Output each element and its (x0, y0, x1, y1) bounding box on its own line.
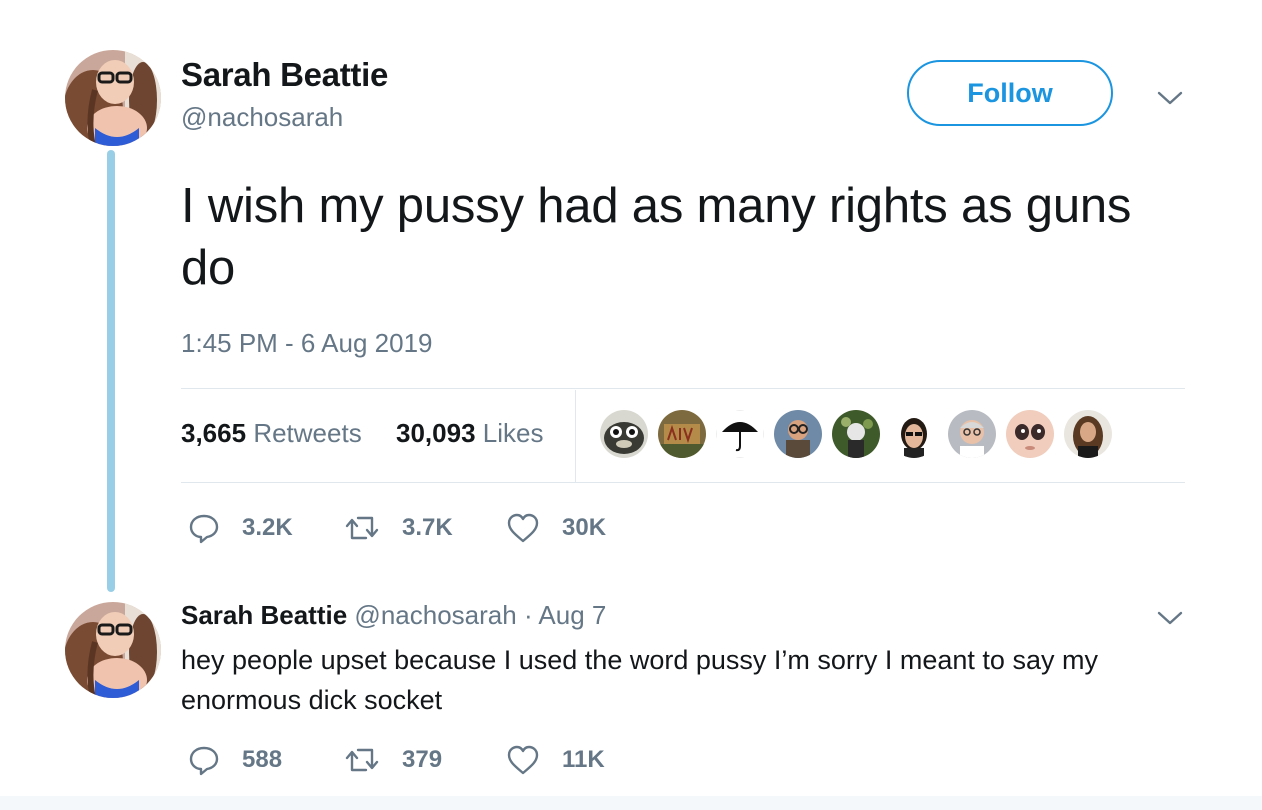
like-count: 30K (562, 514, 607, 541)
liker-avatar[interactable] (658, 410, 706, 458)
reply-reply-action[interactable]: 588 (188, 744, 282, 776)
liker-avatar[interactable] (1006, 410, 1054, 458)
tweet-timestamp[interactable]: 1:45 PM - 6 Aug 2019 (181, 328, 433, 359)
reply-like-action[interactable]: 11K (506, 744, 605, 776)
reply-reply-count: 588 (242, 746, 283, 773)
liker-avatar[interactable] (890, 410, 938, 458)
liker-avatar[interactable] (1064, 410, 1112, 458)
likes-label: Likes (482, 418, 544, 448)
page-bottom-strip (0, 796, 1262, 810)
follow-button[interactable]: Follow (907, 60, 1113, 126)
retweets-label: Retweets (253, 418, 362, 448)
speech-bubble-icon (189, 746, 219, 776)
author-display-name[interactable]: Sarah Beattie (181, 56, 388, 94)
like-action[interactable]: 30K (506, 512, 606, 544)
reply-text: hey people upset because I used the word… (181, 645, 1098, 715)
author-avatar[interactable] (65, 50, 161, 146)
liker-avatar[interactable] (832, 410, 880, 458)
thread-connector-line (107, 150, 115, 592)
tweet-text: I wish my pussy had as many rights as gu… (181, 179, 1132, 295)
stats-vertical-divider (575, 390, 576, 482)
retweet-count: 3.7K (402, 514, 453, 541)
likes-stat[interactable]: 30,093 Likes (396, 418, 543, 449)
retweets-count: 3,665 (181, 418, 247, 448)
heart-icon (507, 513, 539, 543)
chevron-down-icon[interactable] (1156, 88, 1184, 108)
reply-author-avatar[interactable] (65, 602, 161, 698)
liker-avatar[interactable] (716, 410, 764, 458)
chevron-down-icon[interactable] (1156, 608, 1184, 628)
liker-avatar[interactable] (948, 410, 996, 458)
heart-icon (507, 745, 539, 775)
retweet-action[interactable]: 3.7K (344, 512, 453, 544)
reply-date[interactable]: Aug 7 (538, 600, 606, 630)
reply-separator: · (523, 600, 533, 630)
reply-author-handle[interactable]: @nachosarah (354, 600, 516, 630)
likes-count: 30,093 (396, 418, 476, 448)
reply-retweet-count: 379 (402, 746, 443, 773)
liker-avatar[interactable] (600, 410, 648, 458)
reply-header: Sarah Beattie @nachosarah · Aug 7 (181, 600, 606, 631)
speech-bubble-icon (189, 514, 219, 544)
liker-avatar[interactable] (774, 410, 822, 458)
retweet-arrows-icon (345, 748, 379, 772)
reply-retweet-action[interactable]: 379 (344, 744, 442, 776)
retweets-stat[interactable]: 3,665 Retweets (181, 418, 362, 449)
reply-action[interactable]: 3.2K (188, 512, 293, 544)
stats-top-divider (181, 388, 1185, 389)
stats-bottom-divider (181, 482, 1185, 483)
retweet-arrows-icon (345, 516, 379, 540)
author-handle[interactable]: @nachosarah (181, 102, 343, 133)
reply-author-name[interactable]: Sarah Beattie (181, 600, 347, 630)
reply-like-count: 11K (562, 746, 605, 773)
reply-count: 3.2K (242, 514, 293, 541)
